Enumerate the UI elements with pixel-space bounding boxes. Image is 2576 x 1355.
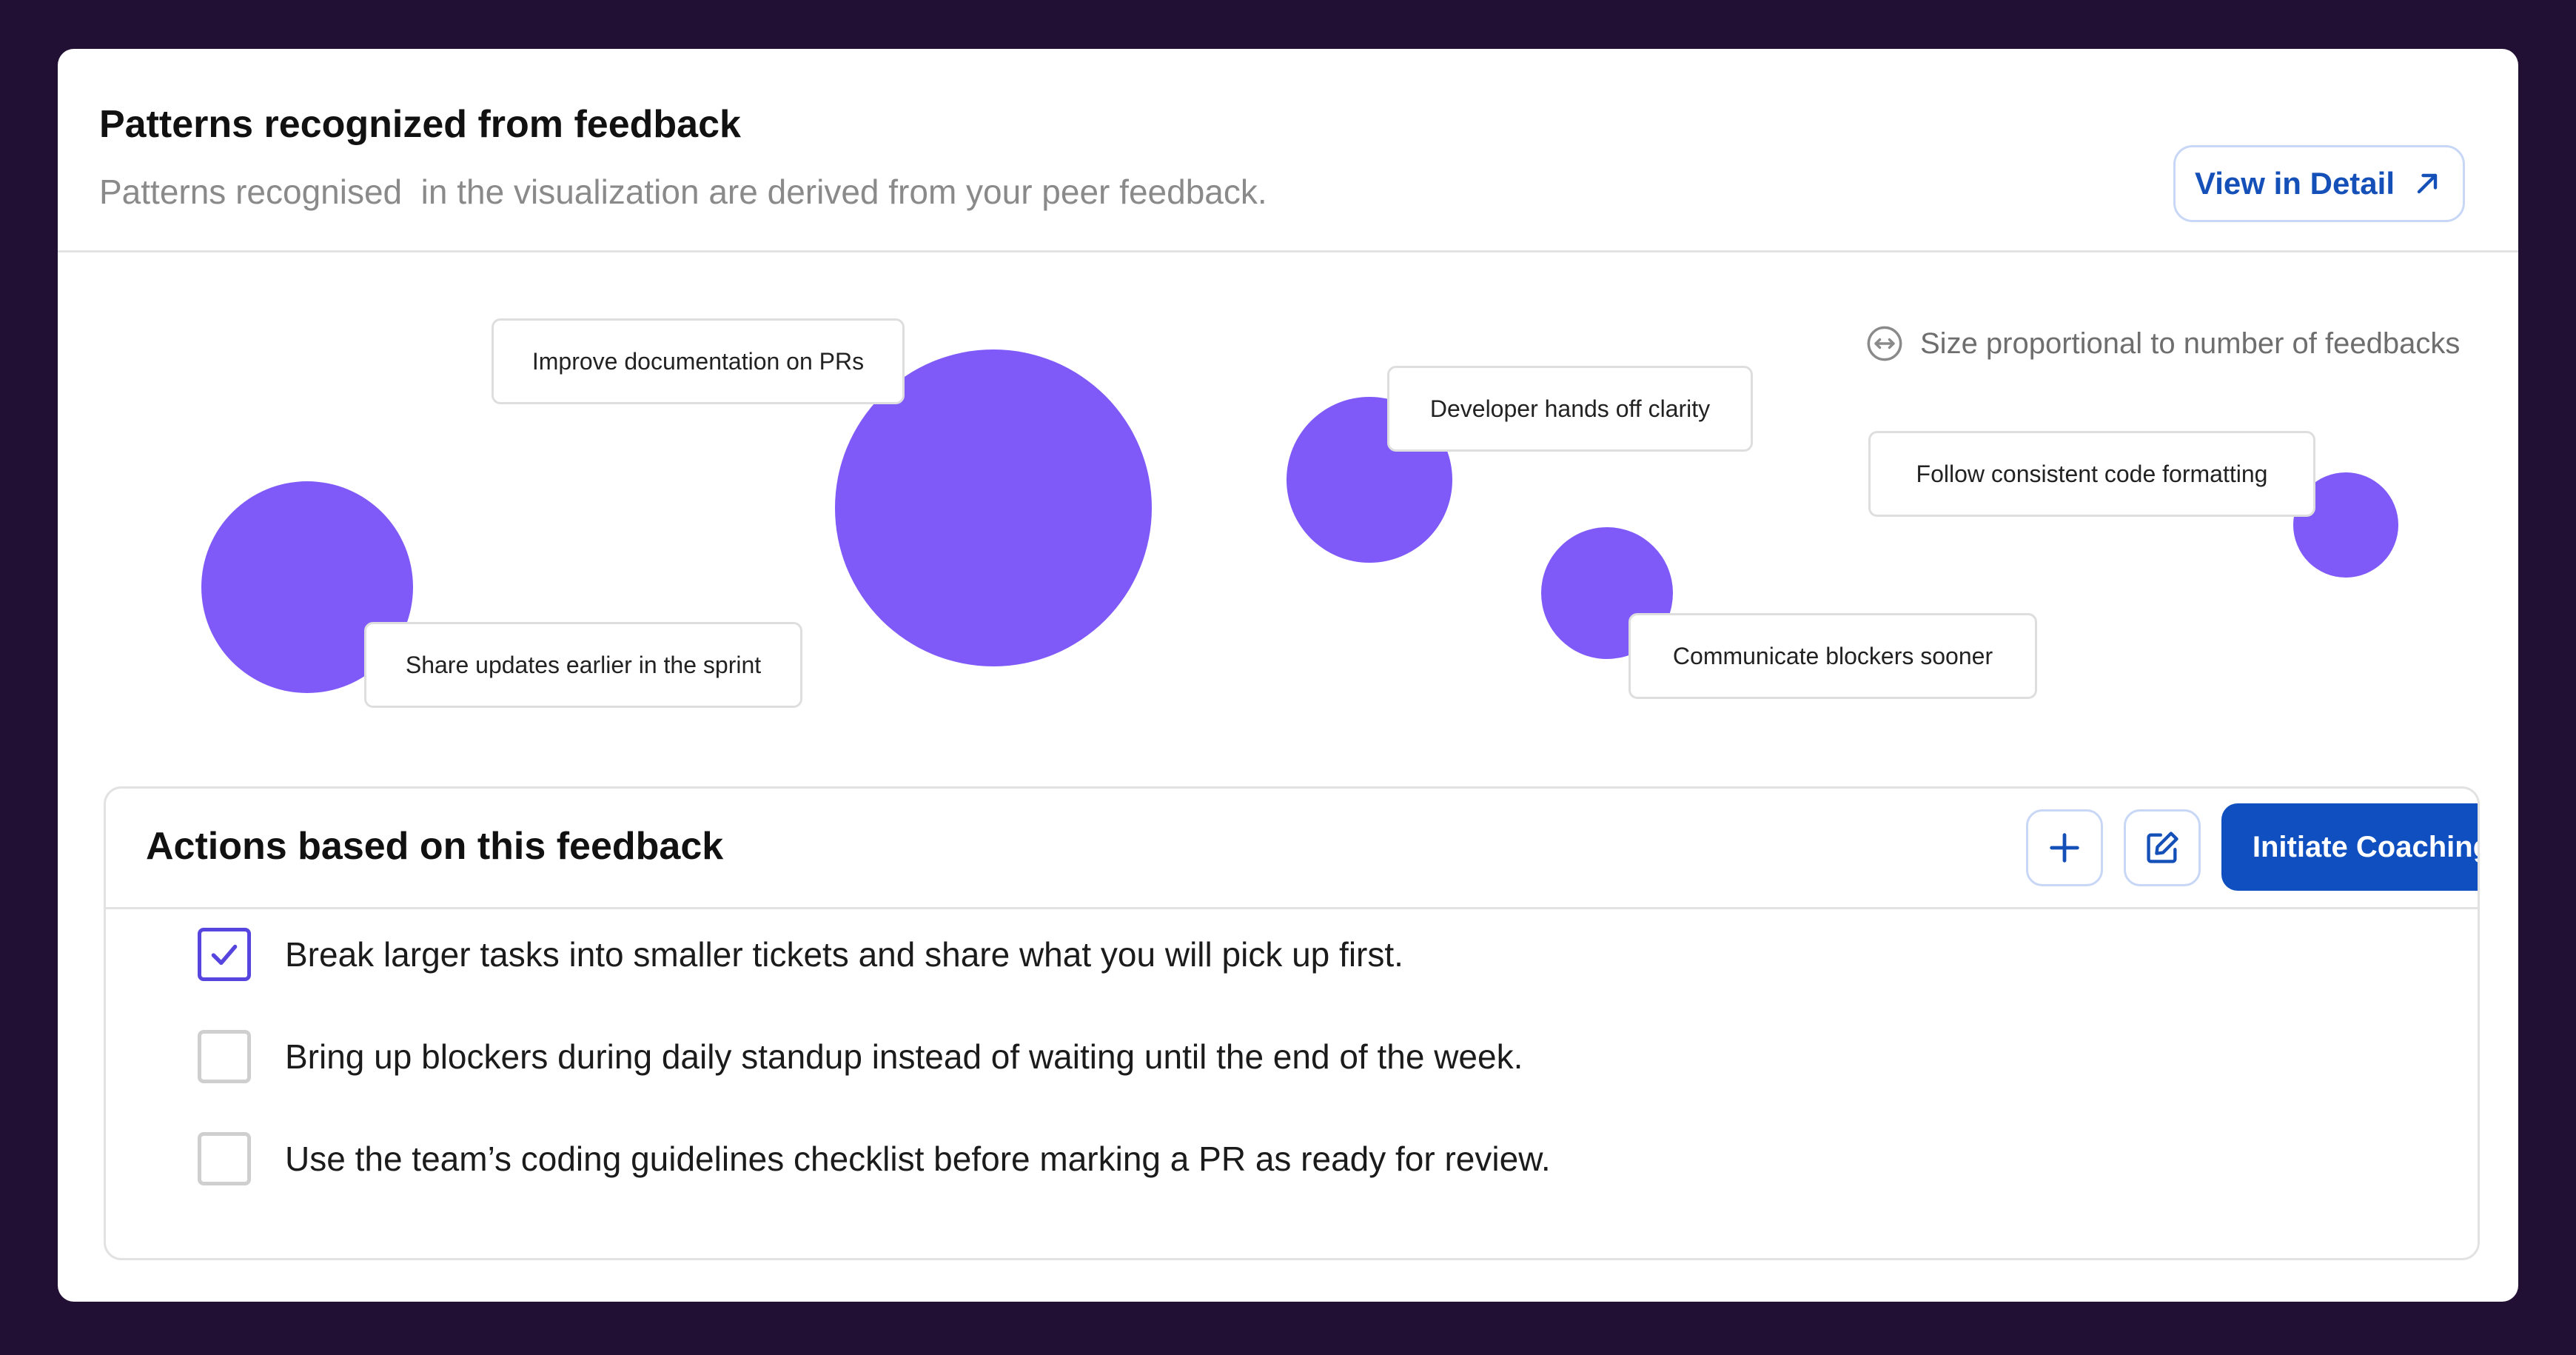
pattern-label-communicate-blockers: Communicate blockers sooner — [1629, 613, 2037, 699]
add-action-button[interactable] — [2026, 809, 2103, 886]
pattern-label-code-formatting: Follow consistent code formatting — [1868, 431, 2315, 517]
pattern-label-improve-documentation: Improve documentation on PRs — [492, 318, 905, 404]
size-legend-text: Size proportional to number of feedbacks — [1920, 327, 2461, 360]
action-item-text: Use the team’s coding guidelines checkli… — [285, 1140, 1551, 1178]
pattern-label-share-updates: Share updates earlier in the sprint — [364, 622, 802, 708]
page-subtitle: Patterns recognised in the visualization… — [99, 173, 1267, 211]
actions-panel: Actions based on this feedback Initiate … — [104, 786, 2480, 1260]
arrow-up-right-icon — [2417, 173, 2438, 194]
action-checkbox[interactable] — [198, 1030, 251, 1083]
checkmark-icon — [211, 944, 238, 966]
header-divider — [58, 250, 2518, 252]
size-legend: Size proportional to number of feedbacks — [1865, 324, 2460, 363]
resize-horizontal-icon — [1867, 326, 1902, 361]
feedback-patterns-card: Patterns recognized from feedback Patter… — [58, 49, 2518, 1302]
view-in-detail-label: View in Detail — [2195, 166, 2395, 201]
action-item: Bring up blockers during daily standup i… — [198, 1030, 1523, 1083]
initiate-coaching-button[interactable]: Initiate Coaching — [2221, 803, 2478, 891]
actions-divider — [106, 907, 2478, 909]
pattern-label-developer-handoff: Developer hands off clarity — [1387, 366, 1753, 452]
edit-icon — [2147, 832, 2178, 863]
action-checkbox[interactable] — [198, 1132, 251, 1185]
view-in-detail-button[interactable]: View in Detail — [2173, 145, 2465, 222]
plus-icon — [2050, 833, 2079, 863]
action-item-text: Bring up blockers during daily standup i… — [285, 1037, 1523, 1076]
actions-title: Actions based on this feedback — [146, 825, 724, 868]
action-item: Break larger tasks into smaller tickets … — [198, 928, 1403, 981]
action-item-text: Break larger tasks into smaller tickets … — [285, 935, 1403, 974]
action-checkbox-checked[interactable] — [198, 928, 251, 981]
page-title: Patterns recognized from feedback — [99, 103, 741, 146]
action-item: Use the team’s coding guidelines checkli… — [198, 1132, 1551, 1185]
edit-action-button[interactable] — [2124, 809, 2201, 886]
